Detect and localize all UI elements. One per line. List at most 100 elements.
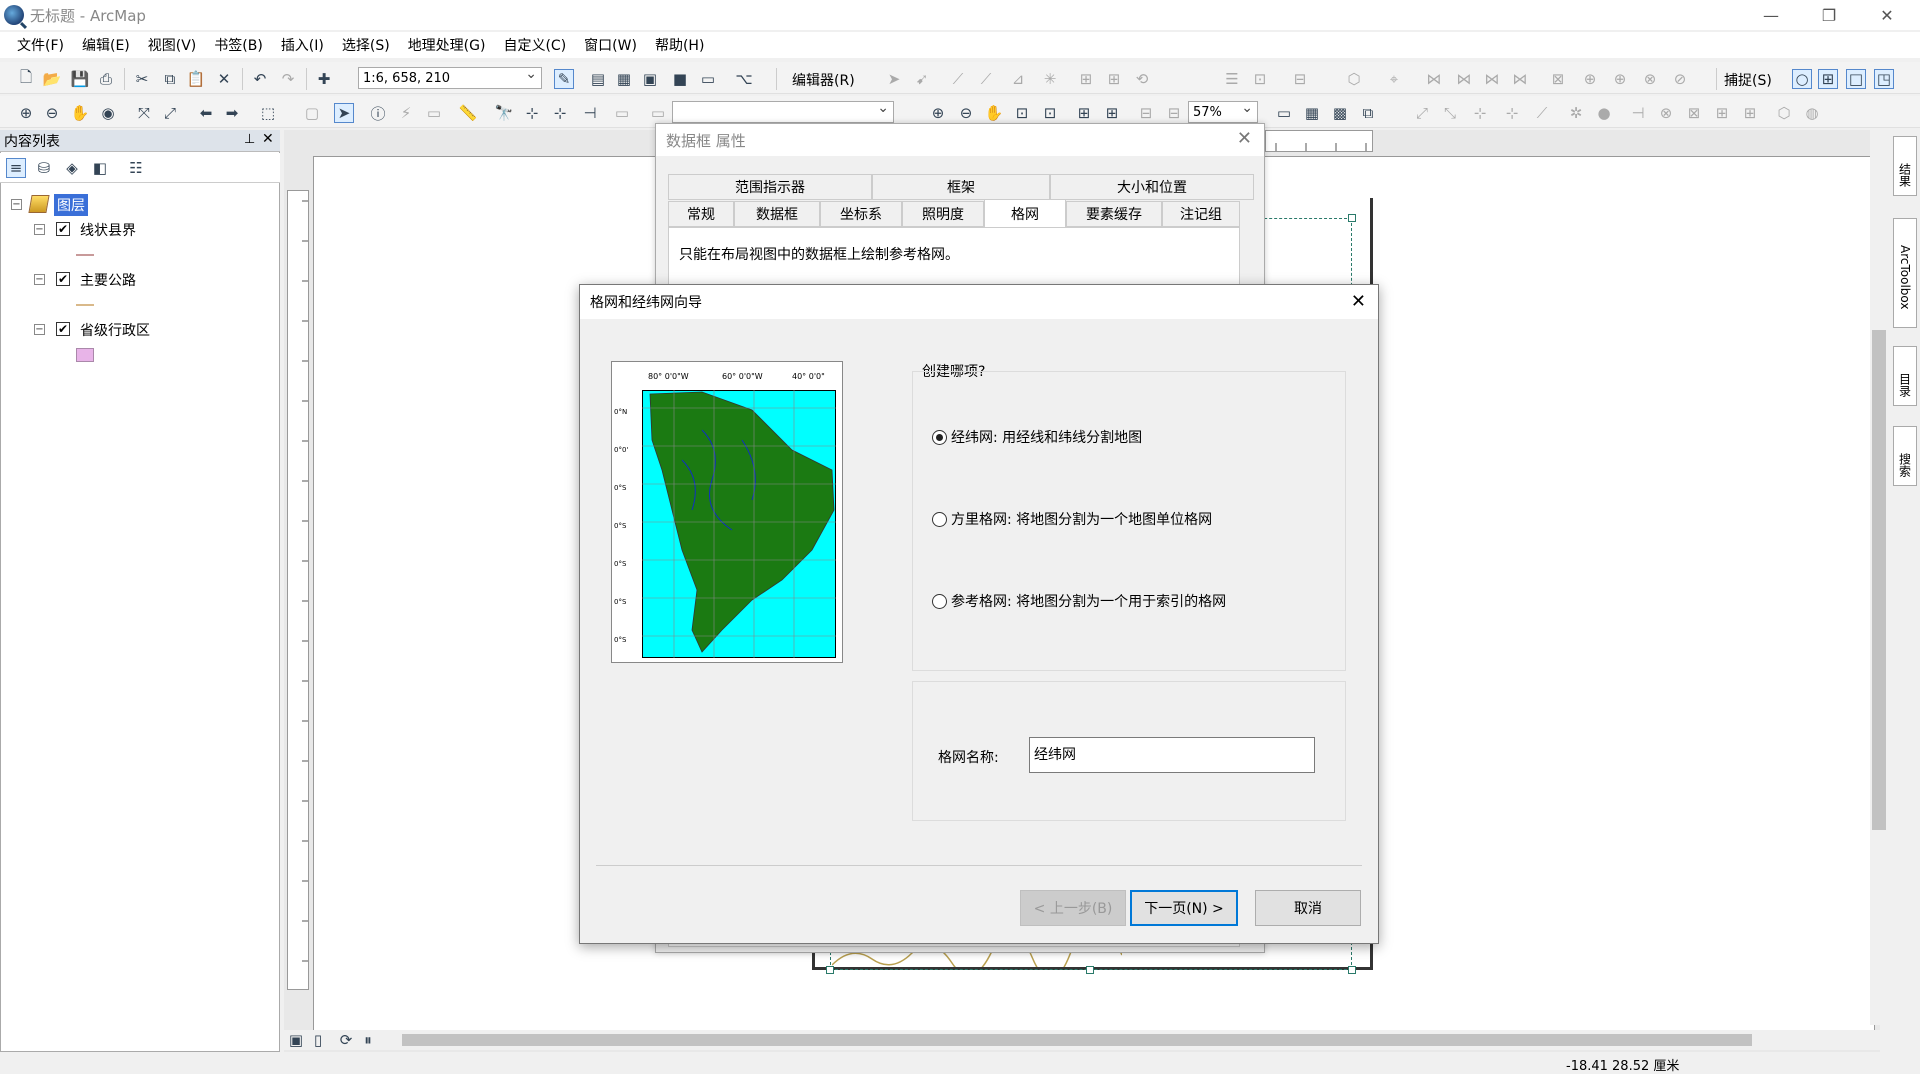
change-layout-icon[interactable]: ▩: [1330, 103, 1350, 123]
clear-selection-icon[interactable]: ▢: [302, 103, 322, 123]
toc-options-icon[interactable]: ☷: [126, 158, 146, 178]
layer-1-name[interactable]: 线状县界: [80, 220, 136, 240]
editor-menu[interactable]: 编辑器(R): [792, 70, 855, 90]
grid-name-input[interactable]: 经纬网: [1029, 737, 1315, 773]
python-icon[interactable]: ▭: [698, 69, 718, 89]
measured-grid-radio-circle[interactable]: [932, 511, 947, 527]
root-layer-label[interactable]: 图层: [54, 194, 88, 216]
graticule-radio[interactable]: 经纬网: 用经线和纬线分割地图: [932, 427, 1142, 447]
undo-icon[interactable]: ↶: [250, 69, 270, 89]
wizard-close-icon[interactable]: ✕: [1351, 291, 1366, 312]
redo-icon[interactable]: ↷: [278, 69, 298, 89]
catalog-icon[interactable]: ▦: [614, 69, 634, 89]
open-folder-icon[interactable]: 📂: [42, 69, 62, 89]
menu-selection[interactable]: 选择(S): [333, 35, 399, 55]
tab-frame[interactable]: 框架: [872, 174, 1050, 200]
graticule-radio-label[interactable]: 经纬网: 用经线和纬线分割地图: [951, 427, 1142, 447]
menu-help[interactable]: 帮助(H): [646, 35, 713, 55]
cut-polygons-icon[interactable]: ⊞: [1076, 69, 1096, 89]
data-view-icon[interactable]: ▣: [286, 1030, 306, 1050]
order-icon[interactable]: ⊞: [1740, 103, 1760, 123]
align-icon[interactable]: ⊣: [1628, 103, 1648, 123]
selection-handle[interactable]: [1348, 966, 1356, 974]
fixed-zoom-out-icon[interactable]: ⤢: [160, 103, 180, 123]
refresh-icon[interactable]: ⟳: [336, 1030, 356, 1050]
tab-annotation-groups[interactable]: 注记组: [1162, 201, 1240, 227]
select-by-rectangle-icon[interactable]: ⬚: [258, 103, 278, 123]
geometry-icon[interactable]: ⊕: [1610, 69, 1630, 89]
horizontal-scrollbar[interactable]: ▣ ▯ ⟳ ⏸: [284, 1030, 1880, 1050]
menu-geoprocessing[interactable]: 地理处理(G): [399, 35, 495, 55]
tab-grids[interactable]: 格网: [984, 199, 1066, 227]
cut-icon[interactable]: ✂: [132, 69, 152, 89]
select-features-tb-icon[interactable]: ⊘: [1670, 69, 1690, 89]
list-by-visibility-icon[interactable]: ◈: [62, 158, 82, 178]
georef-add-icon[interactable]: ⊹: [1502, 103, 1522, 123]
menu-view[interactable]: 视图(V): [139, 35, 206, 55]
save-icon[interactable]: 💾: [70, 69, 90, 89]
end-snapping-icon[interactable]: ⊞: [1818, 69, 1838, 89]
draw-tool-icon[interactable]: ⤢: [1412, 103, 1432, 123]
attributes-icon[interactable]: ☰: [1222, 69, 1242, 89]
layout-zoom-in-icon[interactable]: ⊕: [928, 103, 948, 123]
vertex-snapping-icon[interactable]: □: [1846, 69, 1866, 89]
menu-bookmarks[interactable]: 书签(B): [205, 35, 272, 55]
back-extent-icon[interactable]: ⬅: [196, 103, 216, 123]
find-icon[interactable]: 🔭: [494, 103, 514, 123]
effects-icon[interactable]: ✲: [1566, 103, 1586, 123]
edge-snapping-icon[interactable]: ◳: [1874, 69, 1894, 89]
topology-icon[interactable]: ⬡: [1344, 69, 1364, 89]
find-route-icon[interactable]: ⊹: [522, 103, 542, 123]
sphere-icon[interactable]: ●: [1594, 103, 1614, 123]
fixed-in-icon[interactable]: ⊞: [1074, 103, 1094, 123]
search-tab[interactable]: 搜索: [1893, 426, 1917, 486]
ungroup-icon[interactable]: ⊞: [1712, 103, 1732, 123]
restore-button[interactable]: ❐: [1806, 0, 1852, 30]
catalog-tab[interactable]: 目录: [1893, 346, 1917, 406]
vertical-scroll-thumb[interactable]: [1872, 330, 1886, 830]
back-button[interactable]: < 上一步(B): [1020, 890, 1126, 926]
vertical-scrollbar[interactable]: [1870, 130, 1888, 1025]
collapse-layer-1-icon[interactable]: −: [34, 224, 45, 235]
rotate-icon[interactable]: ⟲: [1132, 69, 1152, 89]
delete-icon[interactable]: ✕: [214, 69, 234, 89]
forward-extent-icon[interactable]: ➡: [222, 103, 242, 123]
identify-icon[interactable]: ⓘ: [368, 103, 388, 123]
menu-customize[interactable]: 自定义(C): [494, 35, 575, 55]
html-popup-icon[interactable]: ▭: [424, 103, 444, 123]
layout-pan-icon[interactable]: ✋: [984, 103, 1004, 123]
graticule-radio-circle[interactable]: [932, 429, 947, 445]
measure-icon[interactable]: ⊠: [1548, 69, 1568, 89]
pan-icon[interactable]: ✋: [70, 103, 90, 123]
layer-2-checkbox[interactable]: ✔: [56, 272, 70, 286]
pause-icon[interactable]: ⏸: [358, 1030, 378, 1050]
editor-toolbar-icon[interactable]: ✎: [554, 69, 574, 89]
create-features-icon[interactable]: ⊟: [1290, 69, 1310, 89]
layer-1-symbol[interactable]: [76, 254, 94, 256]
georef-tool-icon[interactable]: ⊹: [1470, 103, 1490, 123]
tab-coordinate-system[interactable]: 坐标系: [820, 201, 902, 227]
zoom-in-icon[interactable]: ⊕: [16, 103, 36, 123]
select-elements-icon[interactable]: ➤: [334, 103, 354, 123]
paste-icon[interactable]: 📋: [186, 69, 206, 89]
layout-icon[interactable]: ▤: [588, 69, 608, 89]
close-window-button[interactable]: ✕: [1864, 0, 1910, 30]
measure-tool-icon[interactable]: 📏: [458, 103, 478, 123]
collapse-layer-3-icon[interactable]: −: [34, 324, 45, 335]
create-viewer-icon[interactable]: ▭: [612, 103, 632, 123]
list-by-selection-icon[interactable]: ◧: [90, 158, 110, 178]
copy-icon[interactable]: ⧉: [160, 69, 180, 89]
snap-midpoint-icon[interactable]: ⋈: [1510, 69, 1530, 89]
identify-edit-icon[interactable]: ⊕: [1580, 69, 1600, 89]
edit-annotation-icon[interactable]: ➹: [912, 69, 932, 89]
georef-link-icon[interactable]: ⟋: [1532, 103, 1552, 123]
toggle-draft-icon[interactable]: ▭: [1274, 103, 1294, 123]
list-by-source-icon[interactable]: ⛁: [34, 158, 54, 178]
measured-grid-radio[interactable]: 方里格网: 将地图分割为一个地图单位格网: [932, 509, 1212, 529]
layer-1-checkbox[interactable]: ✔: [56, 222, 70, 236]
results-tab[interactable]: 结果: [1893, 136, 1917, 196]
previous-extent-icon[interactable]: ⊟: [1136, 103, 1156, 123]
next-extent-icon[interactable]: ⊟: [1164, 103, 1184, 123]
minimize-button[interactable]: —: [1748, 0, 1794, 30]
layer-3-symbol[interactable]: [76, 348, 94, 362]
